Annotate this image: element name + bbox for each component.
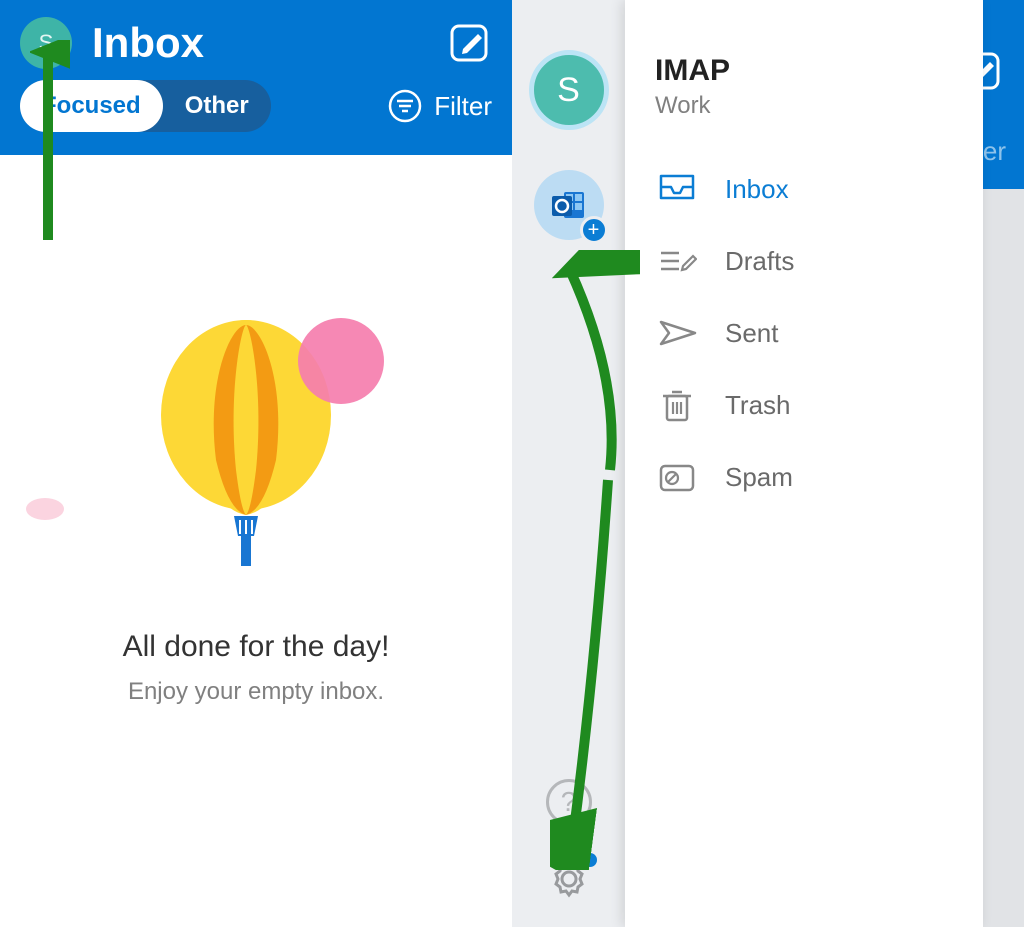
folder-inbox[interactable]: Inbox — [655, 158, 958, 220]
folder-spam[interactable]: Spam — [655, 446, 958, 508]
inbox-header: S Inbox Focused Other F — [0, 0, 512, 155]
page-title: Inbox — [92, 19, 204, 67]
rail-account-avatar[interactable]: S — [529, 50, 609, 130]
inbox-screen: S Inbox Focused Other F — [0, 0, 512, 927]
folder-label: Drafts — [725, 246, 794, 277]
inbox-icon — [655, 167, 699, 211]
tab-other[interactable]: Other — [163, 92, 271, 120]
folder-trash[interactable]: Trash — [655, 374, 958, 436]
filter-button[interactable]: Filter — [388, 89, 492, 123]
compose-button[interactable] — [446, 20, 492, 66]
account-rail: S + ? — [512, 0, 625, 927]
folder-drawer: IMAP Work Inbox Drafts Sent Trash — [625, 0, 983, 927]
compose-icon — [446, 20, 492, 66]
folder-label: Trash — [725, 390, 791, 421]
help-button[interactable]: ? — [546, 779, 592, 825]
account-header[interactable]: IMAP Work — [655, 54, 958, 120]
inbox-empty-state: All done for the day! Enjoy your empty i… — [0, 155, 512, 927]
empty-subtitle: Enjoy your empty inbox. — [128, 678, 384, 706]
sun-icon — [298, 318, 384, 404]
cloud-icon — [26, 498, 64, 520]
balloon-illustration — [146, 320, 366, 580]
empty-title: All done for the day! — [123, 630, 390, 664]
account-name: IMAP — [655, 54, 958, 88]
rail-bottom: ? — [546, 779, 592, 927]
add-account-button[interactable]: + — [534, 170, 604, 240]
account-avatar[interactable]: S — [20, 17, 72, 69]
folder-label: Sent — [725, 318, 779, 349]
header-row-2: Focused Other Filter — [20, 80, 492, 132]
sent-icon — [655, 311, 699, 355]
tab-focused[interactable]: Focused — [20, 80, 163, 132]
filter-icon — [388, 89, 422, 123]
filter-label: Filter — [434, 91, 492, 122]
settings-button[interactable] — [547, 857, 591, 901]
folder-sent[interactable]: Sent — [655, 302, 958, 364]
focused-other-toggle[interactable]: Focused Other — [20, 80, 271, 132]
header-row-1: S Inbox — [20, 5, 492, 80]
folder-drafts[interactable]: Drafts — [655, 230, 958, 292]
trash-icon — [655, 383, 699, 427]
folder-label: Spam — [725, 462, 793, 493]
drawer-screen: ter S + ? — [512, 0, 1024, 927]
drafts-icon — [655, 239, 699, 283]
notification-dot-icon — [583, 853, 597, 867]
folder-label: Inbox — [725, 174, 789, 205]
spam-icon — [655, 455, 699, 499]
account-type: Work — [655, 92, 958, 120]
plus-icon: + — [580, 216, 608, 244]
